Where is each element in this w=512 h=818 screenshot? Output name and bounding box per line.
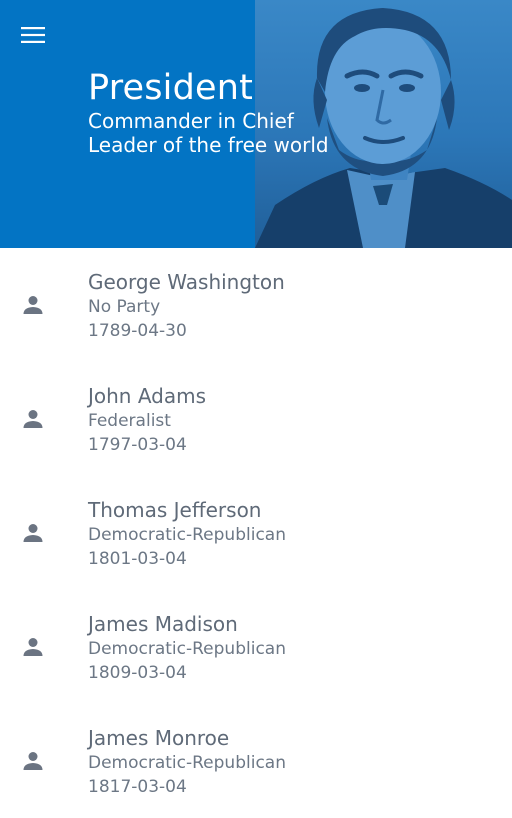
president-date: 1801-03-04 [88, 549, 187, 569]
list-item[interactable]: John Adams Federalist 1797-03-04 [0, 362, 512, 476]
president-list: George Washington No Party 1789-04-30 Jo… [0, 248, 512, 818]
person-icon [23, 524, 43, 542]
president-date: 1797-03-04 [88, 435, 187, 455]
list-item[interactable]: James Madison Democratic-Republican 1809… [0, 590, 512, 704]
president-date: 1817-03-04 [88, 777, 187, 797]
person-icon [23, 410, 43, 428]
menu-icon [21, 27, 45, 43]
president-party: Democratic-Republican [88, 753, 286, 773]
page-title: President [88, 68, 254, 108]
list-item[interactable]: George Washington No Party 1789-04-30 [0, 248, 512, 362]
president-name: James Monroe [88, 726, 230, 750]
page-subtitle-2: Leader of the free world [88, 133, 329, 157]
president-name: Thomas Jefferson [88, 498, 262, 522]
person-icon [23, 638, 43, 656]
president-date: 1789-04-30 [88, 321, 187, 341]
president-name: John Adams [88, 384, 207, 408]
person-icon [23, 296, 43, 314]
president-party: No Party [88, 297, 161, 317]
president-name: George Washington [88, 270, 285, 294]
president-date: 1809-03-04 [88, 663, 187, 683]
app-screen: President Commander in Chief Leader of t… [0, 0, 512, 818]
president-name: James Madison [88, 612, 238, 636]
list-item[interactable]: James Monroe Democratic-Republican 1817-… [0, 704, 512, 818]
president-party: Democratic-Republican [88, 639, 286, 659]
president-party: Federalist [88, 411, 171, 431]
menu-button[interactable] [14, 20, 52, 50]
person-icon [23, 752, 43, 770]
header-banner: President Commander in Chief Leader of t… [0, 0, 512, 248]
list-item[interactable]: Thomas Jefferson Democratic-Republican 1… [0, 476, 512, 590]
page-subtitle-1: Commander in Chief [88, 109, 294, 133]
president-party: Democratic-Republican [88, 525, 286, 545]
